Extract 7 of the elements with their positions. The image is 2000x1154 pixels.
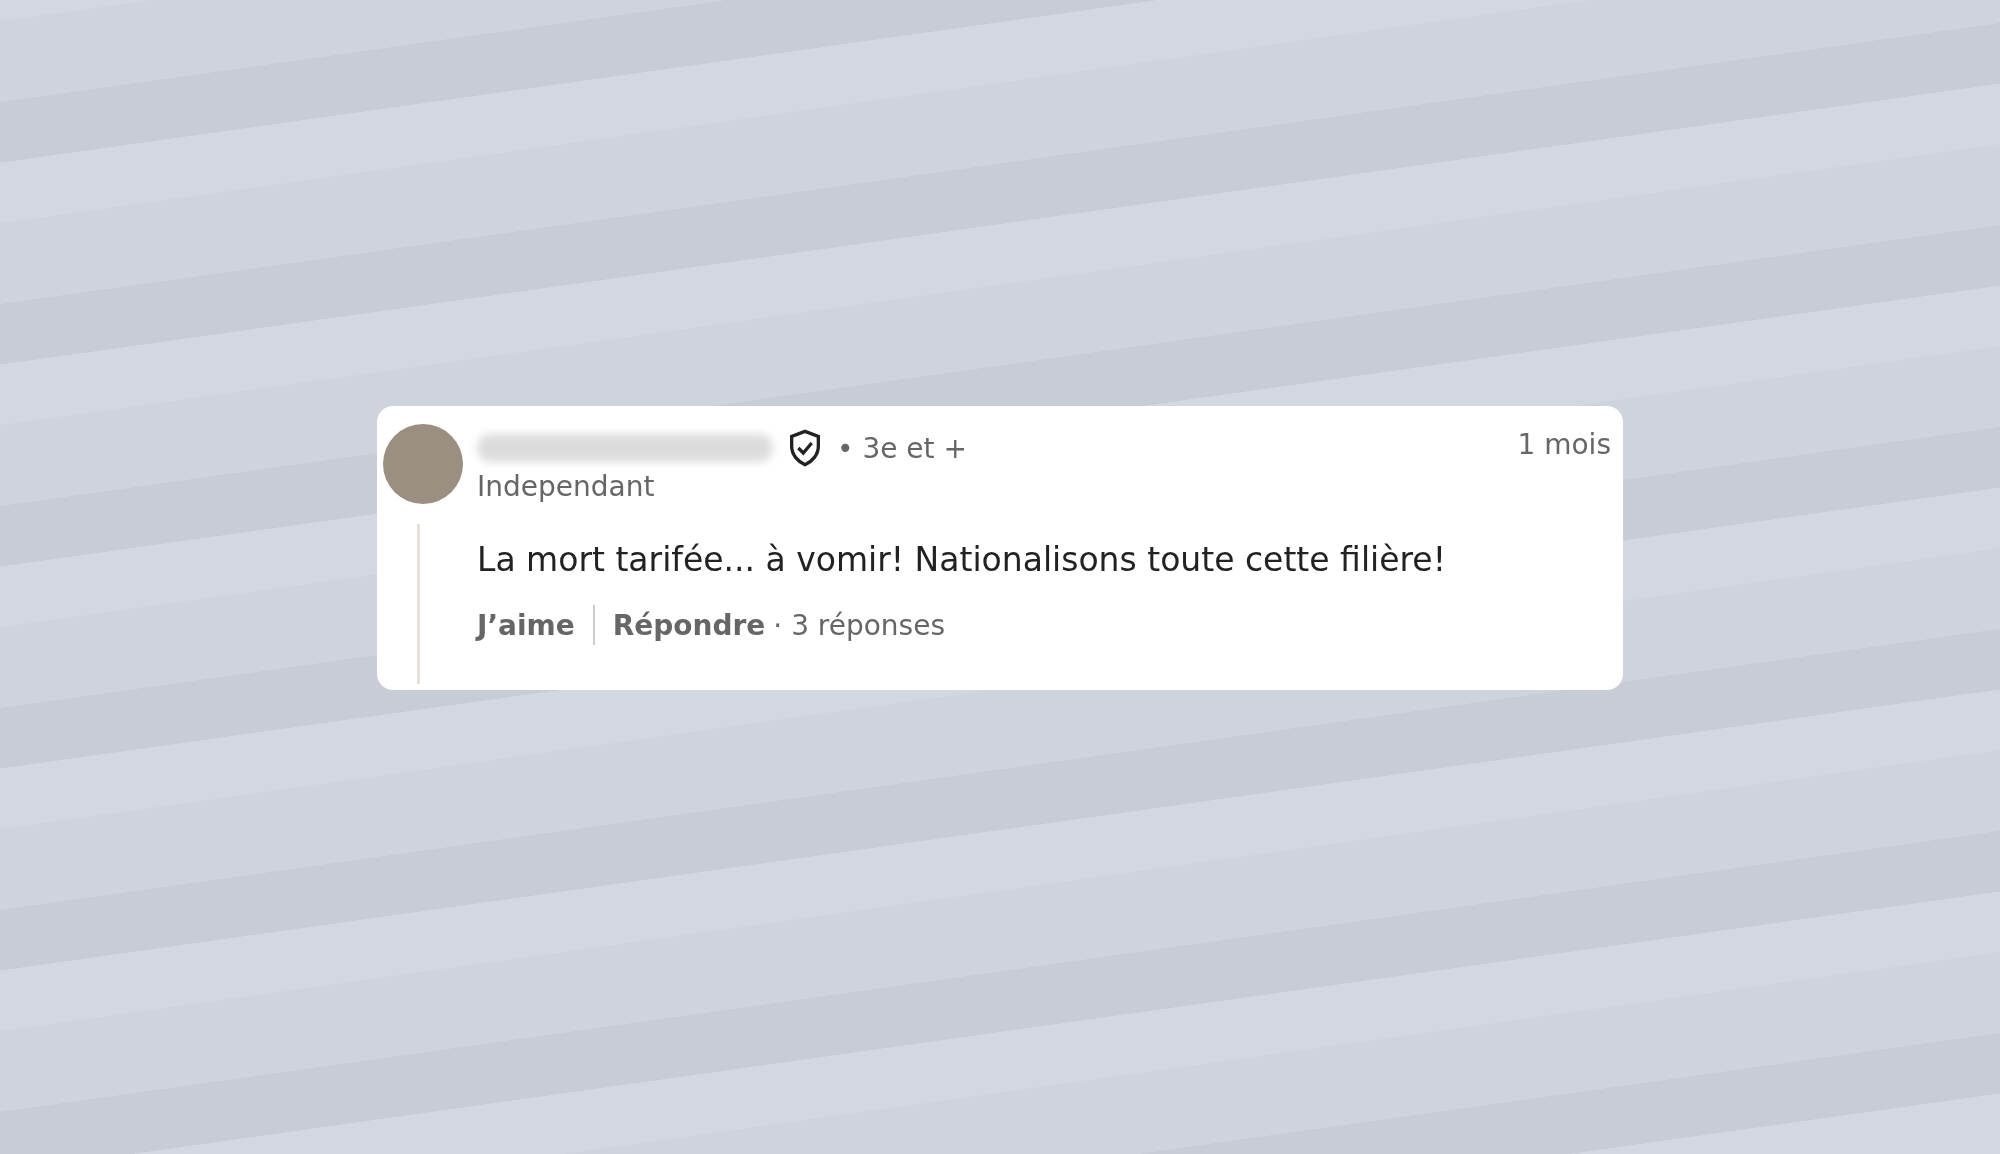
connection-degree: • 3e et + xyxy=(837,431,967,465)
reply-button[interactable]: Répondre xyxy=(612,608,766,642)
replies-link[interactable]: · 3 réponses xyxy=(773,608,946,642)
comment-text: La mort tarifée... à vomir! Nationalisons toute cette filière! xyxy=(477,540,1447,579)
like-button[interactable]: J’aime xyxy=(477,608,575,642)
author-headline: Independant xyxy=(477,470,656,503)
comment-time: 1 mois xyxy=(1517,427,1611,463)
